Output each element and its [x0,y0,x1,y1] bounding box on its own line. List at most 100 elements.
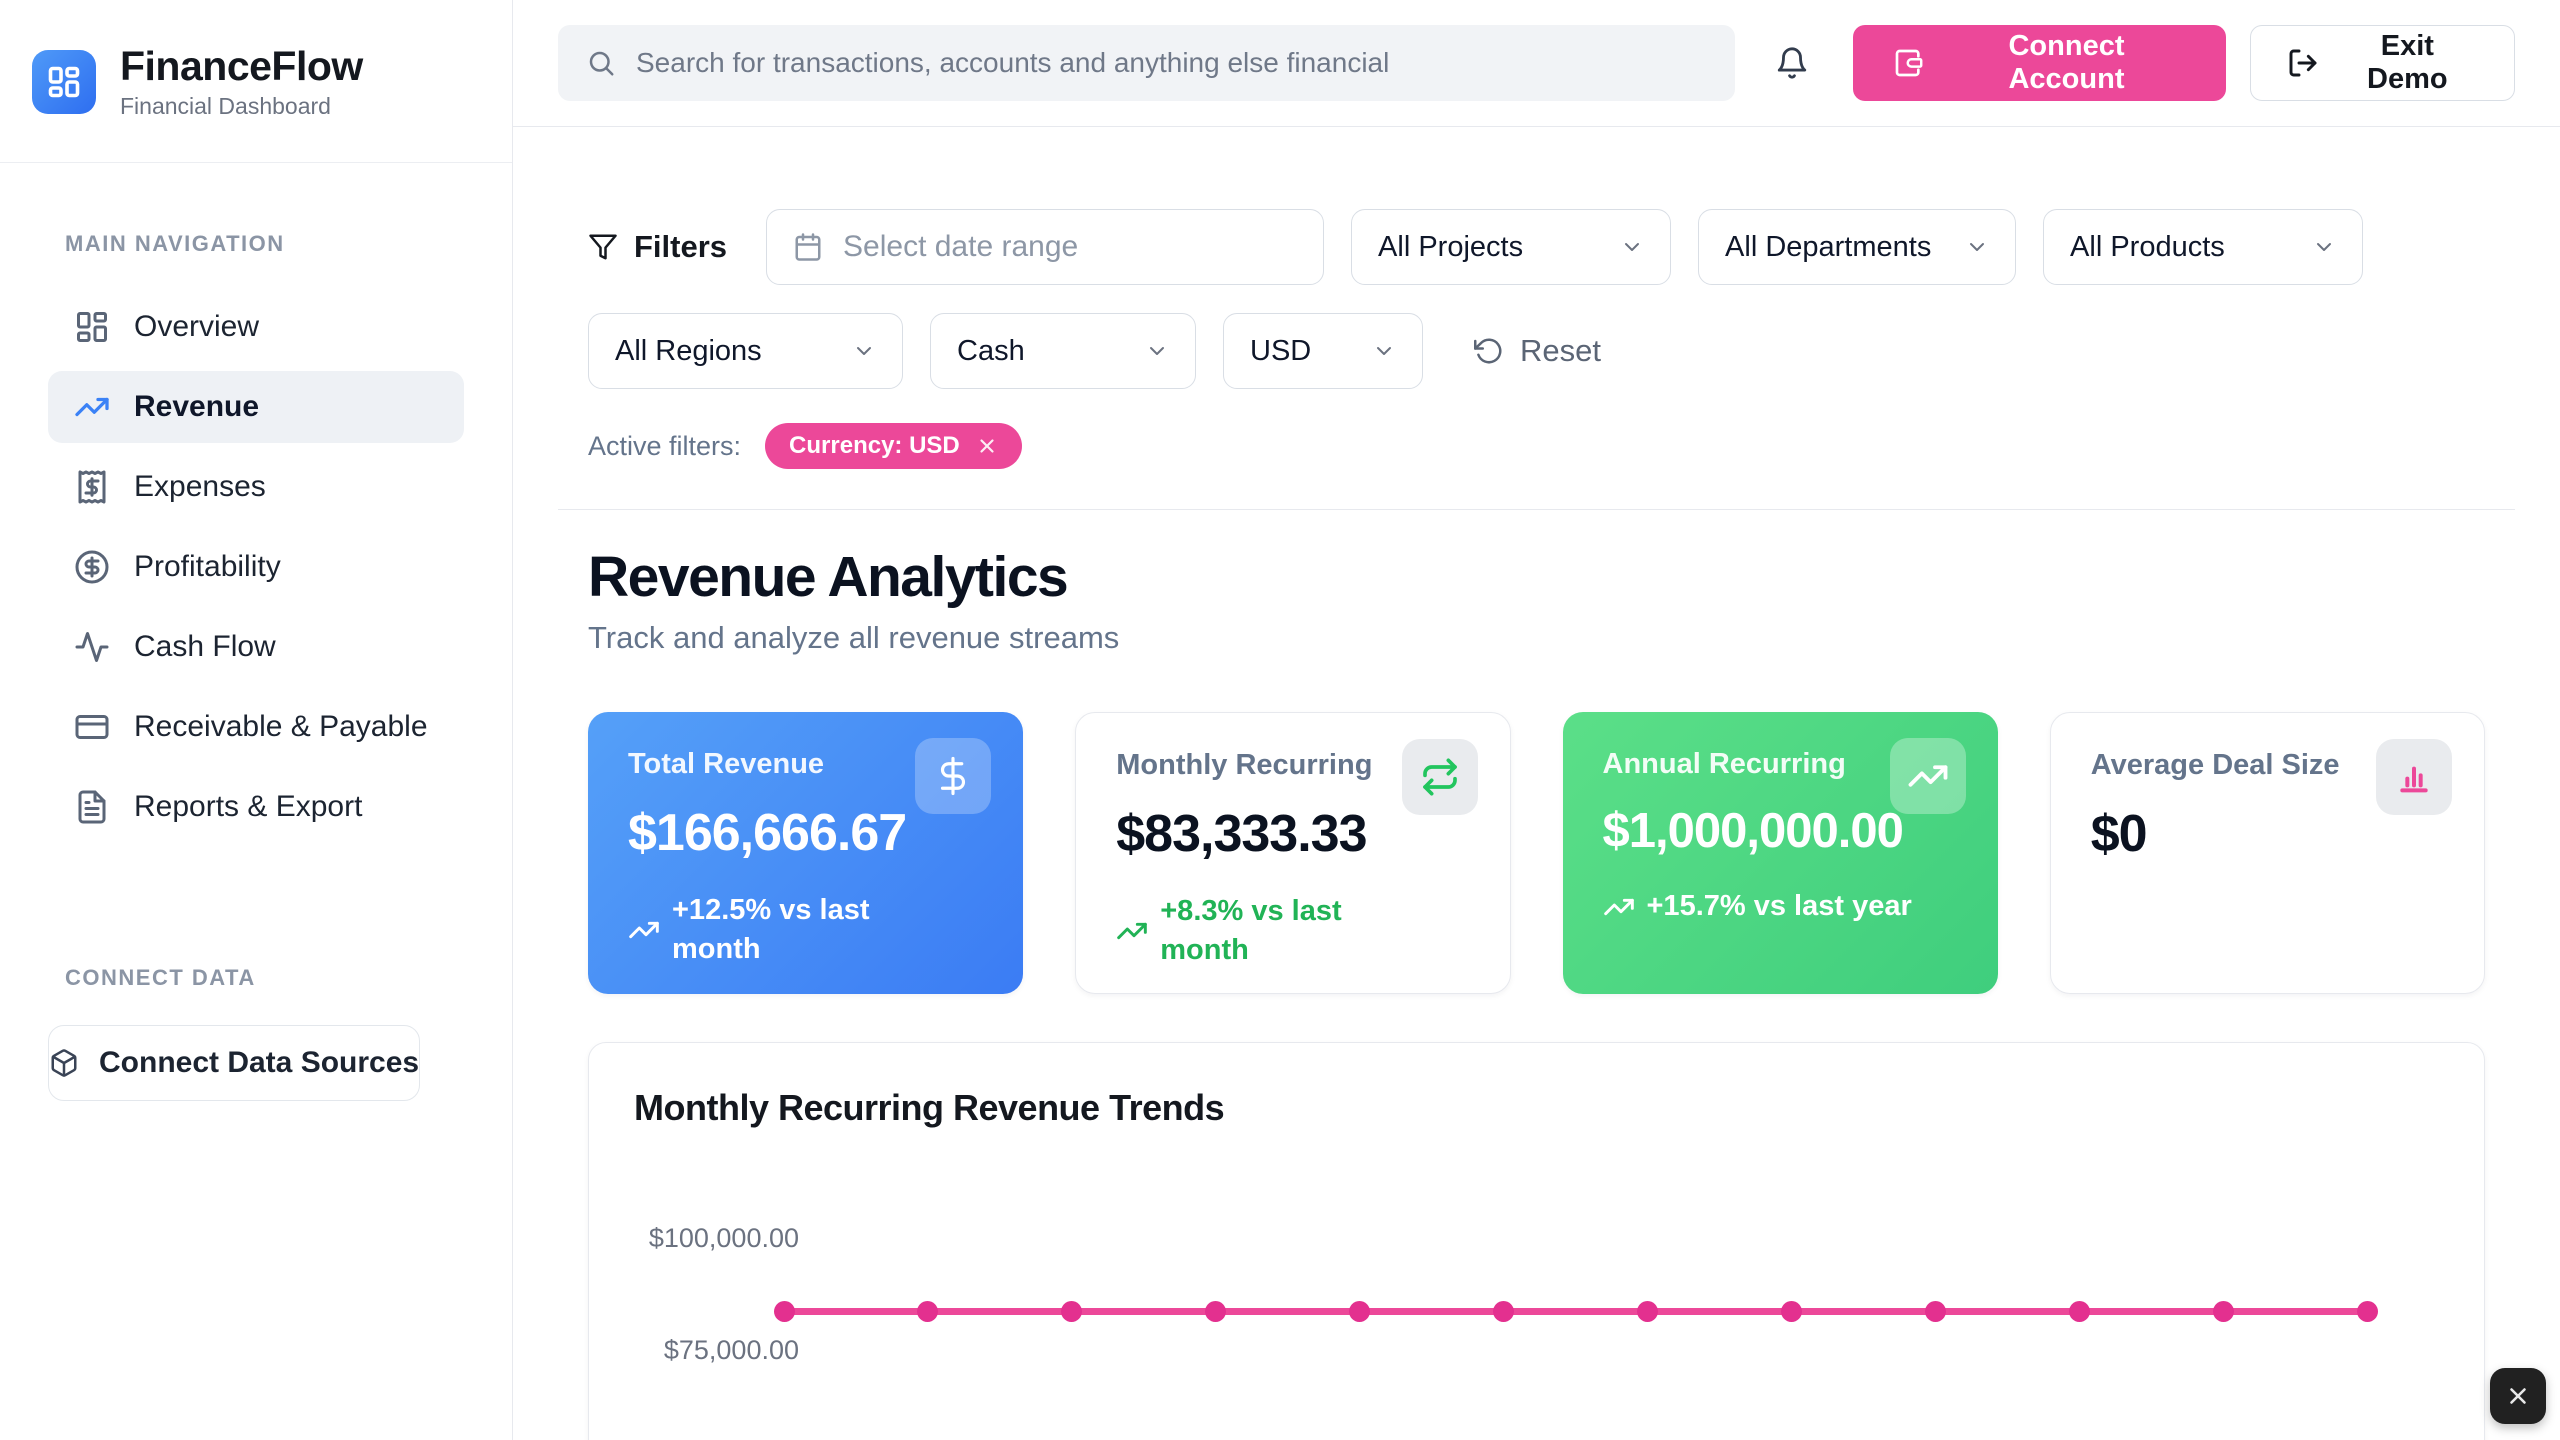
sidebar-item-overview[interactable]: Overview [48,291,464,363]
chart-data-point [2357,1301,2378,1322]
calendar-icon [793,232,823,262]
trending-up-icon [628,914,660,946]
remove-filter-icon[interactable] [976,435,998,457]
search-box[interactable] [558,25,1735,101]
logout-icon [2287,47,2319,79]
dollar-icon [915,738,991,814]
active-filters-label: Active filters: [588,431,741,462]
sidebar-item-profitability[interactable]: Profitability [48,531,464,603]
metric-delta: +8.3% vs last month [1116,892,1469,970]
metric-card-annual-recurring: Annual Recurring $1,000,000.00 +15.7% vs… [1563,712,1998,994]
close-icon [2505,1383,2531,1409]
connect-account-button[interactable]: Connect Account [1853,25,2225,101]
chart-data-point [917,1301,938,1322]
sidebar-item-label: Reports & Export [134,790,362,824]
main-navigation: Overview Revenue Expenses Profitability … [48,291,464,843]
exit-demo-label: Exit Demo [2337,30,2478,96]
search-icon [586,48,616,78]
metric-cards: Total Revenue $166,666.67 +12.5% vs last… [588,712,2485,994]
reset-filters-button[interactable]: Reset [1474,333,1601,369]
trending-up-icon [1116,915,1148,947]
wallet-icon [1893,47,1925,79]
departments-dropdown[interactable]: All Departments [1698,209,2016,285]
sidebar-item-reports-export[interactable]: Reports & Export [48,771,464,843]
sidebar-item-expenses[interactable]: Expenses [48,451,464,523]
chart-data-point [1205,1301,1226,1322]
sidebar-item-label: Revenue [134,390,259,424]
page-title: Revenue Analytics [588,544,2485,610]
products-dropdown[interactable]: All Products [2043,209,2363,285]
metric-label: Total Revenue [628,748,928,781]
circle-dollar-icon [74,549,110,585]
sidebar-item-receivable-payable[interactable]: Receivable & Payable [48,691,464,763]
chart-data-point [1925,1301,1946,1322]
regions-dropdown[interactable]: All Regions [588,313,903,389]
mrr-trends-chart-card: Monthly Recurring Revenue Trends $100,00… [588,1042,2485,1440]
chevron-down-icon [852,339,876,363]
chart-data-point [1781,1301,1802,1322]
chevron-down-icon [1372,339,1396,363]
projects-dropdown[interactable]: All Projects [1351,209,1671,285]
sidebar-item-label: Receivable & Payable [134,710,428,744]
page-subtitle: Track and analyze all revenue streams [588,620,2485,656]
funnel-icon [588,232,618,262]
sidebar: FinanceFlow Financial Dashboard MAIN NAV… [0,0,513,1440]
currency-filter-chip[interactable]: Currency: USD [765,423,1022,469]
chart-data-point [2069,1301,2090,1322]
chart-data-point [1349,1301,1370,1322]
connect-data-sources-button[interactable]: Connect Data Sources [48,1025,420,1101]
layout-dashboard-icon [46,64,82,100]
activity-icon [74,629,110,665]
trending-up-icon [1603,891,1635,923]
receipt-icon [74,469,110,505]
chart-data-point [1061,1301,1082,1322]
cube-icon [49,1048,79,1078]
app-title: FinanceFlow [120,44,363,89]
line-chart: $100,000.00 $75,000.00 $50,000.00 [589,1043,2484,1440]
y-axis-tick: $100,000.00 [634,1223,799,1254]
date-range-field[interactable] [843,230,1297,264]
trending-up-icon [1890,738,1966,814]
exit-demo-button[interactable]: Exit Demo [2250,25,2515,101]
bell-icon [1775,46,1809,80]
metric-card-monthly-recurring: Monthly Recurring $83,333.33 +8.3% vs la… [1075,712,1510,994]
file-text-icon [74,789,110,825]
sidebar-item-revenue[interactable]: Revenue [48,371,464,443]
sidebar-item-cash-flow[interactable]: Cash Flow [48,611,464,683]
chart-line-series [784,1308,2367,1315]
metric-card-total-revenue: Total Revenue $166,666.67 +12.5% vs last… [588,712,1023,994]
sidebar-item-label: Overview [134,310,259,344]
connect-account-label: Connect Account [1947,30,2185,96]
metric-card-average-deal-size: Average Deal Size $0 [2050,712,2485,994]
metric-delta: +15.7% vs last year [1603,887,1958,926]
brand: FinanceFlow Financial Dashboard [0,0,512,163]
top-header: Connect Account Exit Demo [513,0,2560,127]
connect-data-sources-label: Connect Data Sources [99,1046,419,1080]
notifications-button[interactable] [1775,46,1809,80]
sidebar-item-label: Profitability [134,550,281,584]
filters-title: Filters [588,229,727,265]
app-tagline: Financial Dashboard [120,93,363,120]
metric-delta: +12.5% vs last month [628,891,983,969]
metric-label: Average Deal Size [2091,749,2391,782]
layout-dashboard-icon [74,309,110,345]
date-range-input[interactable] [766,209,1324,285]
chart-data-point [2213,1301,2234,1322]
chevron-down-icon [2312,235,2336,259]
app-logo [32,50,96,114]
nav-section-label: MAIN NAVIGATION [65,231,512,257]
rotate-ccw-icon [1474,336,1504,366]
sidebar-item-label: Expenses [134,470,266,504]
close-overlay-button[interactable] [2490,1368,2546,1424]
search-input[interactable] [636,47,1707,79]
metric-label: Annual Recurring [1603,748,1903,781]
chart-data-point [774,1301,795,1322]
credit-card-icon [74,709,110,745]
payment-type-dropdown[interactable]: Cash [930,313,1196,389]
chevron-down-icon [1620,235,1644,259]
trending-up-icon [74,389,110,425]
chart-data-point [1637,1301,1658,1322]
chart-data-point [1493,1301,1514,1322]
currency-dropdown[interactable]: USD [1223,313,1423,389]
main-content: Filters All Projects All Departments [513,0,2560,1440]
